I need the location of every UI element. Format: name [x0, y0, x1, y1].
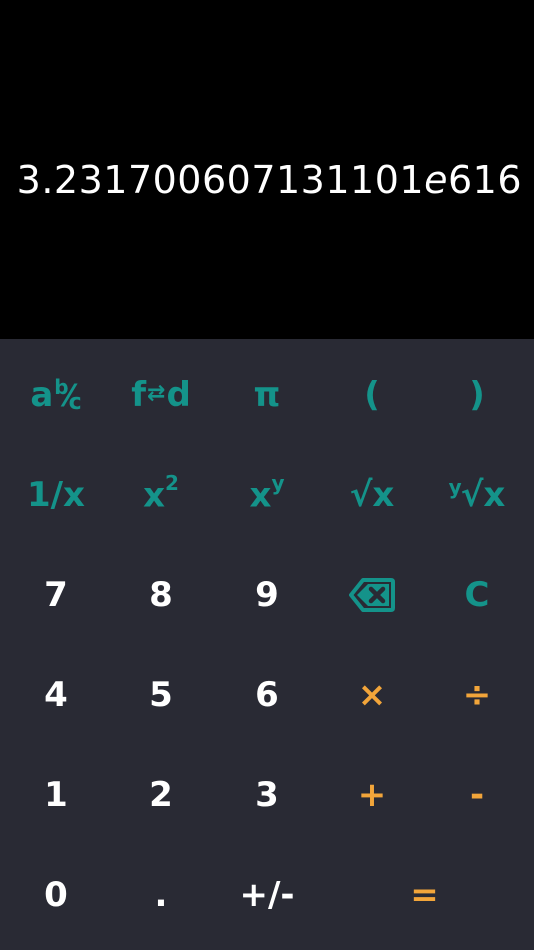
digit-6-button[interactable]: 6: [214, 645, 320, 745]
frac-dec-d: d: [166, 375, 191, 415]
digit-8-button[interactable]: 8: [108, 545, 214, 645]
digit-1-label: 1: [44, 775, 68, 815]
plus-button[interactable]: +: [319, 745, 425, 845]
digit-2-button[interactable]: 2: [108, 745, 214, 845]
clear-button[interactable]: C: [424, 545, 530, 645]
open-paren-label: (: [364, 375, 380, 415]
digit-2-label: 2: [149, 775, 173, 815]
minus-button[interactable]: -: [424, 745, 530, 845]
display-mantissa: 3.231700607131101: [16, 158, 425, 202]
decimal-point-button[interactable]: .: [108, 845, 214, 945]
multiply-button[interactable]: ×: [319, 645, 425, 745]
digit-4-button[interactable]: 4: [3, 645, 109, 745]
fraction-c: c: [68, 390, 82, 415]
display-panel: 3.231700607131101e616: [0, 0, 534, 339]
fraction-label: a b ⁄ c: [30, 375, 81, 415]
digit-3-label: 3: [255, 775, 279, 815]
digit-5-button[interactable]: 5: [108, 645, 214, 745]
equals-button[interactable]: =: [319, 845, 530, 945]
nth-root-label: y√x: [449, 475, 506, 515]
fraction-a: a: [30, 375, 54, 415]
close-paren-label: ): [469, 375, 485, 415]
square-exponent: 2: [165, 470, 179, 495]
fraction-button[interactable]: a b ⁄ c: [3, 345, 109, 445]
nth-root-index: y: [448, 475, 462, 499]
pi-button[interactable]: π: [214, 345, 320, 445]
power-button[interactable]: xy: [214, 445, 320, 545]
digit-1-button[interactable]: 1: [3, 745, 109, 845]
calculator-app: 3.231700607131101e616 a b ⁄ c f ⇄ d π ( ) 1/x…: [0, 0, 534, 950]
divide-label: ÷: [462, 675, 492, 715]
decimal-point-label: .: [154, 875, 168, 915]
open-paren-button[interactable]: (: [319, 345, 425, 445]
digit-9-label: 9: [255, 575, 279, 615]
negate-button[interactable]: +/-: [214, 845, 320, 945]
display-exponent: 616: [447, 158, 522, 202]
square-button[interactable]: x2: [108, 445, 214, 545]
fraction-decimal-toggle-button[interactable]: f ⇄ d: [108, 345, 214, 445]
square-base: x: [143, 475, 165, 516]
digit-4-label: 4: [44, 675, 68, 715]
keypad: a b ⁄ c f ⇄ d π ( ) 1/x x2 xy √x y√x 7 8…: [0, 339, 534, 950]
square-root-label: √x: [349, 475, 395, 515]
digit-9-button[interactable]: 9: [214, 545, 320, 645]
square-label: x2: [143, 471, 179, 516]
multiply-label: ×: [357, 675, 387, 715]
negate-label: +/-: [239, 875, 295, 915]
digit-6-label: 6: [255, 675, 279, 715]
reciprocal-button[interactable]: 1/x: [3, 445, 109, 545]
digit-8-label: 8: [149, 575, 173, 615]
display-exponent-symbol: e: [424, 158, 448, 202]
digit-0-button[interactable]: 0: [3, 845, 109, 945]
clear-label: C: [464, 575, 490, 615]
divide-button[interactable]: ÷: [424, 645, 530, 745]
digit-5-label: 5: [149, 675, 173, 715]
minus-label: -: [469, 775, 485, 815]
digit-7-button[interactable]: 7: [3, 545, 109, 645]
fraction-b: b: [54, 375, 69, 399]
square-root-button[interactable]: √x: [319, 445, 425, 545]
fraction-decimal-label: f ⇄ d: [131, 375, 191, 415]
backspace-button[interactable]: [319, 545, 425, 645]
power-label: xy: [249, 471, 285, 516]
digit-7-label: 7: [44, 575, 68, 615]
plus-label: +: [357, 775, 387, 815]
close-paren-button[interactable]: ): [424, 345, 530, 445]
swap-arrows-icon: ⇄: [147, 380, 166, 406]
digit-3-button[interactable]: 3: [214, 745, 320, 845]
digit-0-label: 0: [44, 875, 68, 915]
nth-root-body: √x: [460, 475, 506, 515]
pi-label: π: [253, 375, 281, 415]
frac-dec-f: f: [131, 375, 146, 415]
power-base: x: [249, 475, 272, 516]
power-exponent: y: [271, 470, 285, 495]
display-value: 3.231700607131101e616: [17, 152, 522, 208]
reciprocal-label: 1/x: [26, 475, 85, 515]
equals-label: =: [410, 875, 439, 915]
backspace-icon: [349, 578, 395, 612]
nth-root-button[interactable]: y√x: [424, 445, 530, 545]
